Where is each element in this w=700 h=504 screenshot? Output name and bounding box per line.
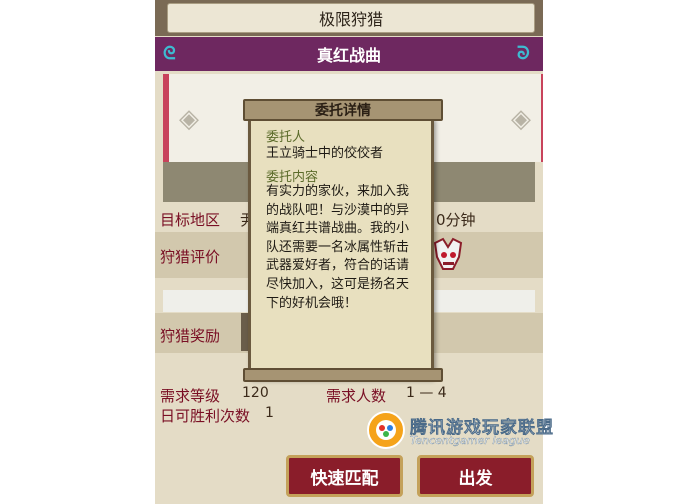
required-players-value: 1 — 4	[406, 385, 447, 401]
content-line: 下的好机会哦！	[266, 295, 358, 311]
quick-match-label: 快速匹配	[310, 468, 379, 489]
time-value: 0分钟	[436, 211, 476, 229]
quest-name: 真红战曲	[316, 46, 381, 65]
content-line: 有实力的家伙，来加入我	[266, 184, 410, 199]
required-level-value: 120	[242, 385, 269, 401]
page-title: 极限狩猎	[167, 3, 535, 33]
daily-wins-label: 日可胜利次数	[160, 407, 251, 425]
content-text: 有实力的家伙，来加入我 的战队吧！与沙漠中的异 端真红共谱战曲。我的小 队还需要…	[266, 183, 422, 313]
required-players-label: 需求人数	[326, 387, 387, 405]
swirl-ornament-icon: ᘓ	[163, 43, 176, 64]
tencent-league-logo-icon	[367, 411, 405, 449]
content-line: 端真红共谱战曲。我的小	[266, 221, 410, 237]
watermark-sub: Tencentgamer league	[410, 434, 530, 447]
client-value: 王立骑士中的佼佼者	[266, 146, 384, 161]
content-line: 尽快加入，这可是扬名天	[266, 276, 410, 292]
popup-title-text: 委托详情	[315, 103, 371, 119]
hunt-rating-label: 狩猎评价	[160, 248, 221, 266]
popup-title: 委托详情	[243, 99, 443, 121]
target-area-label: 目标地区	[160, 211, 221, 229]
swirl-ornament-icon: ᘐ	[517, 43, 530, 64]
content-line: 武器爱好者，符合的话请	[266, 258, 410, 274]
popup-scroll-bottom	[243, 368, 443, 382]
required-level-label: 需求等级	[160, 387, 221, 405]
monster-icon	[433, 237, 463, 270]
daily-wins-value: 1	[265, 405, 274, 421]
content-line: 的战队吧！与沙漠中的异	[266, 202, 410, 218]
hunt-reward-label: 狩猎奖励	[160, 327, 221, 345]
content-line: 队还需要一名冰属性斩击	[266, 239, 410, 255]
g-rank-icon: ◈	[511, 104, 531, 134]
g-rank-icon: ◈	[179, 104, 199, 134]
quick-match-button[interactable]: 快速匹配	[286, 455, 403, 497]
page-title-text: 极限狩猎	[318, 10, 383, 29]
depart-button[interactable]: 出发	[417, 455, 534, 497]
client-label: 委托人	[266, 130, 306, 145]
quest-name-bar: ᘓ 真红战曲 ᘐ	[155, 37, 543, 71]
depart-label: 出发	[458, 468, 493, 489]
